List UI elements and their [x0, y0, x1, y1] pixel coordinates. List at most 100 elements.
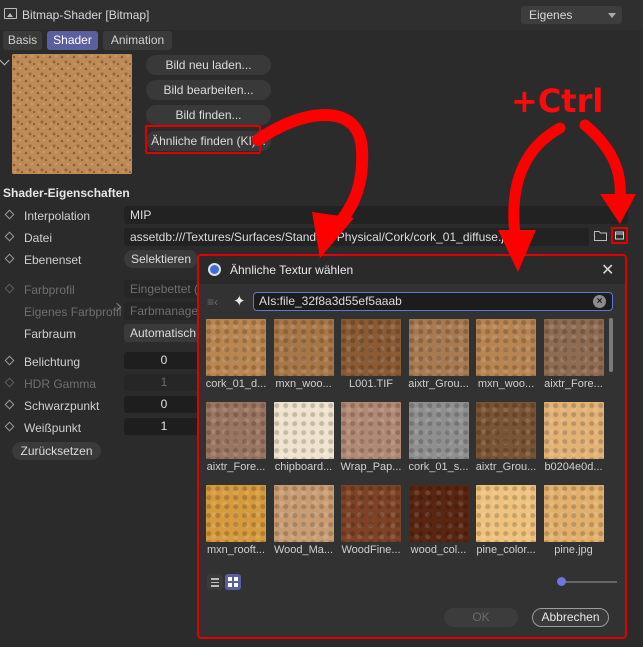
texture-label: WoodFine...: [341, 544, 401, 556]
list-view-button[interactable]: [207, 574, 223, 590]
search-value: AIs:file_32f8a3d55ef5aaab: [259, 294, 402, 308]
keyframe-diamond-icon: [4, 283, 15, 294]
texture-thumbnail: [543, 402, 604, 459]
texture-thumbnail: [543, 319, 604, 376]
texture-preview: [12, 54, 132, 174]
texture-thumbnail: [476, 485, 536, 542]
cancel-button[interactable]: Abbrechen: [532, 608, 609, 627]
texture-item[interactable]: cork_01_s...: [408, 402, 469, 473]
texture-thumbnail: [408, 485, 469, 542]
ai-sparkle-icon: ✦: [233, 293, 246, 310]
find-image-button[interactable]: Bild finden...: [146, 105, 271, 125]
texture-item[interactable]: aixtr_Fore...: [206, 402, 266, 473]
clear-search-icon[interactable]: ×: [593, 295, 606, 308]
texture-item[interactable]: pine.jpg: [543, 485, 604, 556]
texture-item[interactable]: pine_color...: [476, 485, 536, 556]
reset-button[interactable]: Zurücksetzen: [12, 442, 101, 460]
ok-button[interactable]: OK: [444, 608, 518, 627]
tab-animation[interactable]: Animation: [103, 31, 172, 50]
texture-item[interactable]: aixtr_Fore...: [543, 319, 604, 390]
tab-basis[interactable]: Basis: [3, 31, 42, 50]
texture-thumbnail: [273, 402, 334, 459]
slider-handle[interactable]: [557, 577, 566, 586]
close-icon[interactable]: ✕: [601, 260, 614, 280]
chevron-down-icon: [608, 13, 616, 18]
texture-item[interactable]: mxn_woo...: [273, 319, 334, 390]
colorprofile-value: Eingebettet (: [130, 282, 198, 296]
similar-texture-dialog: Ähnliche Textur wählen ✕ ≡‹ ✦ AIs:file_3…: [197, 254, 627, 639]
blackpoint-field[interactable]: 0: [124, 396, 204, 413]
scrollbar[interactable]: [609, 318, 613, 372]
texture-item[interactable]: L001.TIF: [341, 319, 401, 390]
texture-thumbnail: [206, 319, 266, 376]
image-icon: [4, 8, 17, 19]
own-colorprofile-field: Farbmanagem: [124, 302, 198, 320]
texture-thumbnail: [273, 485, 334, 542]
dialog-title: Ähnliche Textur wählen: [230, 263, 354, 277]
keyframe-diamond-icon[interactable]: [4, 209, 15, 220]
texture-label: Wrap_Pap...: [340, 461, 402, 473]
shortcut-annotation: +Ctrl: [511, 82, 604, 120]
highlight-similar-button: [145, 125, 261, 154]
texture-label: mxn_woo...: [477, 378, 535, 390]
whitepoint-label: Weißpunkt: [24, 421, 82, 435]
texture-item[interactable]: mxn_woo...: [476, 319, 536, 390]
texture-thumbnail: [206, 485, 266, 542]
edit-image-button[interactable]: Bild bearbeiten...: [146, 80, 271, 100]
keyframe-diamond-icon[interactable]: [4, 421, 15, 432]
texture-item[interactable]: b0204e0d...: [543, 402, 604, 473]
keyframe-diamond-icon[interactable]: [4, 399, 15, 410]
texture-thumbnail: [476, 402, 536, 459]
texture-item[interactable]: aixtr_Grou...: [476, 402, 536, 473]
whitepoint-field[interactable]: 1: [124, 418, 204, 435]
texture-label: aixtr_Grou...: [408, 378, 469, 390]
collapse-arrow-icon[interactable]: [0, 55, 10, 66]
texture-label: aixtr_Fore...: [544, 378, 603, 390]
preset-value: Eigenes: [529, 8, 573, 22]
colorspace-value: Automatisch: [130, 326, 197, 340]
colorprofile-label: Farbprofil: [24, 283, 75, 297]
texture-item[interactable]: chipboard...: [273, 402, 334, 473]
grid-view-button[interactable]: [225, 574, 241, 590]
colorspace-select[interactable]: Automatisch: [124, 324, 198, 342]
texture-item[interactable]: wood_col...: [408, 485, 469, 556]
texture-thumbnail: [341, 485, 401, 542]
texture-item[interactable]: mxn_rooft...: [206, 485, 266, 556]
keyframe-diamond-icon[interactable]: [4, 231, 15, 242]
filter-list-icon[interactable]: ≡‹: [207, 295, 218, 309]
cork-texture-pattern: [12, 54, 132, 174]
keyframe-diamond-icon[interactable]: [4, 355, 15, 366]
texture-item[interactable]: WoodFine...: [341, 485, 401, 556]
texture-item[interactable]: Wood_Ma...: [273, 485, 334, 556]
texture-item[interactable]: Wrap_Pap...: [341, 402, 401, 473]
file-path-field[interactable]: assetdb:///Textures/Surfaces/Standard Ph…: [124, 228, 589, 246]
layerset-select-button[interactable]: Selektieren: [124, 250, 198, 268]
file-label: Datei: [24, 231, 53, 245]
asset-browser-icon[interactable]: [611, 227, 628, 244]
exposure-field[interactable]: 0: [124, 352, 204, 369]
hdr-gamma-label: HDR Gamma: [24, 377, 97, 391]
colorspace-label: Farbraum: [24, 327, 77, 341]
keyframe-diamond-icon[interactable]: [4, 253, 15, 264]
search-input[interactable]: AIs:file_32f8a3d55ef5aaab: [253, 292, 613, 311]
interpolation-label: Interpolation: [24, 209, 91, 223]
texture-thumbnail: [206, 402, 266, 459]
texture-item[interactable]: aixtr_Grou...: [408, 319, 469, 390]
texture-item[interactable]: cork_01_d...: [206, 319, 266, 390]
shader-title: Bitmap-Shader [Bitmap]: [22, 8, 150, 22]
reload-image-button[interactable]: Bild neu laden...: [146, 55, 271, 75]
blackpoint-label: Schwarzpunkt: [24, 399, 100, 413]
texture-thumbnail: [408, 402, 469, 459]
app-logo-icon: [208, 263, 221, 276]
texture-thumbnail: [341, 319, 401, 376]
texture-grid: cork_01_d... mxn_woo... L001.TIF aixtr_Grou…: [206, 319, 610, 569]
own-colorprofile-label: Eigenes Farbprofil: [24, 305, 122, 319]
preset-dropdown[interactable]: Eigenes: [521, 6, 622, 24]
folder-icon[interactable]: [594, 230, 607, 244]
thumbnail-size-slider[interactable]: [559, 581, 617, 583]
interpolation-select[interactable]: MIP: [124, 206, 628, 224]
texture-thumbnail: [476, 319, 536, 376]
interpolation-value: MIP: [130, 208, 152, 222]
layerset-label: Ebenenset: [24, 253, 82, 267]
tab-shader[interactable]: Shader: [47, 31, 98, 50]
